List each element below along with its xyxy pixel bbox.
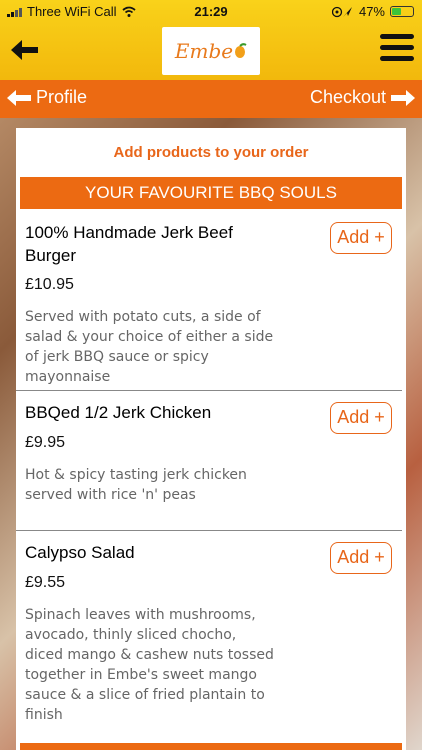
arrow-left-icon[interactable]	[8, 34, 40, 66]
nav-bar: Profile Checkout	[0, 80, 422, 118]
product-item: Calypso Salad £9.55 Spinach leaves with …	[16, 531, 402, 743]
mango-icon	[235, 43, 247, 58]
add-button[interactable]: Add +	[330, 542, 392, 574]
product-item: 100% Handmade Jerk Beef Burger £10.95 Se…	[16, 211, 402, 391]
hamburger-menu-icon[interactable]	[380, 34, 414, 64]
app-header: Three WiFi Call 21:29 47% Embe	[0, 0, 422, 80]
arrow-right-icon	[391, 89, 415, 106]
product-description: Hot & spicy tasting jerk chicken served …	[25, 467, 247, 503]
battery-percent: 47%	[358, 4, 385, 19]
product-price: £9.95	[25, 434, 66, 451]
profile-link[interactable]: Profile	[6, 87, 87, 108]
arrow-left-icon	[7, 89, 31, 106]
checkout-label: Checkout	[309, 87, 386, 107]
product-panel[interactable]: Add products to your order YOUR FAVOURIT…	[16, 128, 406, 750]
product-name: Calypso Salad	[25, 543, 135, 562]
brand-logo: Embe	[162, 27, 260, 75]
add-button[interactable]: Add +	[330, 402, 392, 434]
battery-charging-icon	[390, 6, 414, 17]
location-icon	[331, 6, 352, 17]
profile-label: Profile	[36, 87, 88, 107]
panel-title: Add products to your order	[113, 144, 309, 161]
checkout-link[interactable]: Checkout	[310, 87, 416, 108]
next-category-strip	[20, 743, 402, 750]
product-description: Served with potato cuts, a side of salad…	[25, 309, 274, 385]
status-bar: Three WiFi Call 21:29 47%	[0, 0, 422, 22]
product-item: BBQed 1/2 Jerk Chicken £9.95 Hot & spicy…	[16, 391, 402, 531]
logo-text: Embe	[174, 39, 234, 63]
add-button[interactable]: Add +	[330, 222, 392, 254]
product-price: £10.95	[25, 276, 74, 293]
product-name: 100% Handmade Jerk Beef Burger	[25, 223, 233, 265]
category-header: YOUR FAVOURITE BBQ SOULS	[20, 177, 402, 209]
product-description: Spinach leaves with mushrooms, avocado, …	[25, 607, 274, 723]
product-price: £9.55	[25, 574, 66, 591]
product-name: BBQed 1/2 Jerk Chicken	[25, 403, 212, 422]
